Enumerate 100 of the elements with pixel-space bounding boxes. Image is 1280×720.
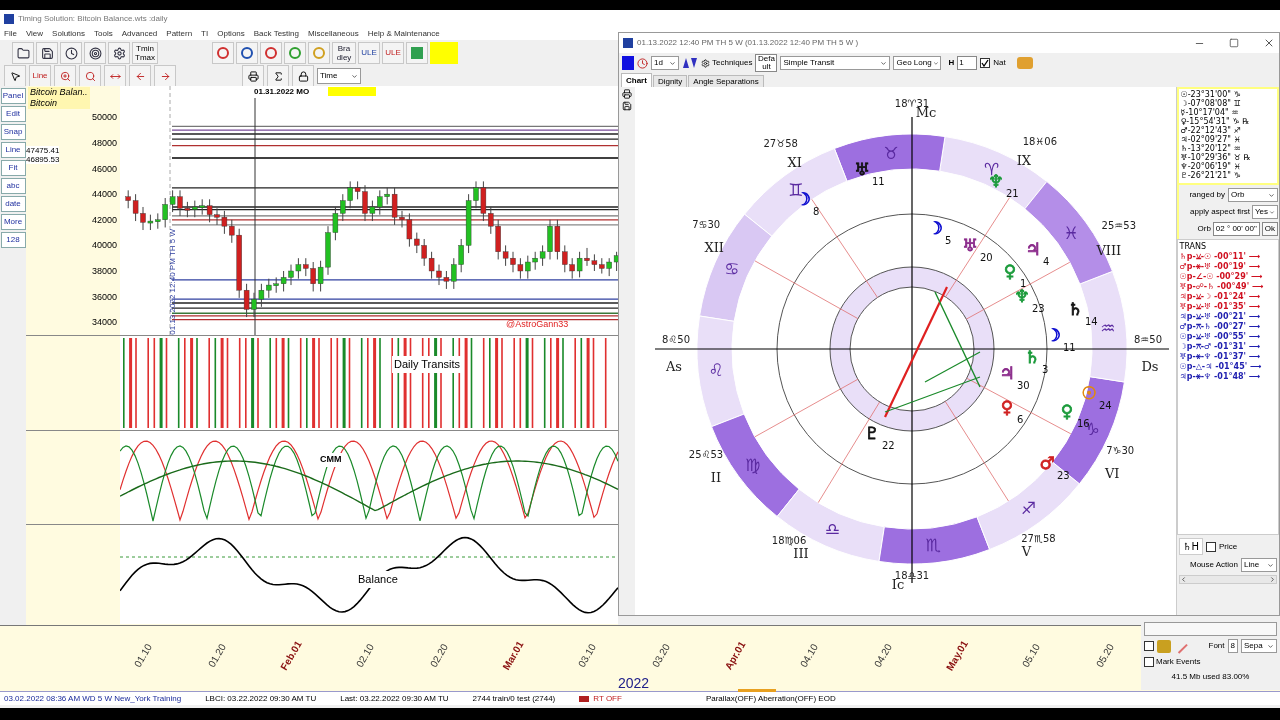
tmin-tmax-button[interactable]: Tmin Tmax	[132, 42, 158, 64]
menu-item[interactable]: Back Testing	[253, 27, 299, 40]
color-tool-icon[interactable]	[1157, 639, 1171, 653]
transit-select[interactable]: Simple Transit	[780, 56, 891, 70]
scroll-left-icon[interactable]	[1179, 576, 1187, 583]
close-button[interactable]	[1263, 37, 1275, 49]
planet-degree: 24	[1098, 400, 1112, 411]
side-tool-button[interactable]: Line	[0, 142, 26, 158]
tab[interactable]: Chart	[621, 73, 652, 87]
side-tool-button[interactable]: Panel	[0, 88, 26, 104]
planet-degree: 14	[1084, 316, 1098, 327]
menu-item[interactable]: Help & Maintenance	[367, 27, 440, 40]
color-button[interactable]	[622, 56, 634, 70]
side-tool-button[interactable]: Snap	[0, 124, 26, 140]
checkbox-label: Mark Events	[1156, 656, 1201, 668]
pointer-icon[interactable]	[4, 65, 26, 87]
side-tool-button[interactable]: More	[0, 214, 26, 230]
coordinate-select[interactable]: Geo Long	[893, 56, 942, 70]
menu-item[interactable]: Options	[217, 27, 245, 40]
save-icon[interactable]	[621, 101, 632, 111]
mouse-action-select[interactable]: Line	[1241, 558, 1277, 572]
font-label: Font	[1208, 640, 1225, 652]
side-tool-button[interactable]: Fit	[0, 160, 26, 176]
techniques-button[interactable]: Techniques	[701, 57, 753, 69]
house-cusp-degree: 27♉58	[763, 137, 798, 149]
planet-glyph: ♀	[1003, 261, 1016, 281]
ok-button[interactable]: Ok	[1261, 222, 1278, 236]
up-down-arrows-icon[interactable]	[682, 58, 698, 68]
ranged-by-select[interactable]: Orb	[1228, 188, 1278, 202]
legend-subtitle: Bitcoin	[30, 98, 58, 109]
target-icon[interactable]	[84, 42, 106, 64]
tab[interactable]: Angle Separations	[688, 75, 764, 87]
lock-icon[interactable]	[292, 65, 314, 87]
side-tool-button[interactable]: Edit	[0, 106, 26, 122]
legend-title: Bitcoin Balan..	[30, 87, 88, 98]
menu-item[interactable]: View	[25, 27, 44, 40]
menu-item[interactable]: Pattern	[166, 27, 193, 40]
side-tool-button[interactable]: 128	[0, 232, 26, 248]
app-logo-icon	[4, 13, 14, 24]
search-icon[interactable]	[79, 65, 101, 87]
clock-icon[interactable]	[60, 42, 82, 64]
zoom-in-icon[interactable]	[54, 65, 76, 87]
font-size-field[interactable]: 8	[1227, 639, 1238, 653]
ule-button[interactable]: ULE	[382, 42, 404, 64]
saturn-button[interactable]: ♄H	[1178, 538, 1203, 555]
arrow-right-icon[interactable]	[154, 65, 176, 87]
menu-item[interactable]: File	[4, 27, 17, 40]
position-line: ☽-07°08'08" ♊	[1180, 99, 1242, 108]
house-numeral: As	[665, 359, 682, 374]
printer-icon[interactable]	[242, 65, 264, 87]
gear-icon[interactable]	[108, 42, 130, 64]
house-cusp-degree: 8♌50	[661, 334, 690, 345]
arrow-left-icon[interactable]	[129, 65, 151, 87]
house-cusp-degree: 7♋30	[691, 218, 720, 230]
text-area[interactable]	[1144, 622, 1277, 636]
orb-field[interactable]: 02 ° 00' 00"	[1212, 222, 1260, 236]
scroll-right-icon[interactable]	[1269, 576, 1276, 583]
separator-select[interactable]: Sepa	[1241, 639, 1277, 653]
event-label: 01.13.2022 12:40 PM TH 5 W	[168, 229, 177, 335]
planet-degree: 6	[1016, 414, 1023, 425]
house-cusp-degree: 18♍06	[771, 535, 806, 547]
folder-icon[interactable]	[12, 42, 34, 64]
menu-item[interactable]: Miscellaneous	[308, 27, 359, 40]
maximize-button[interactable]	[1229, 38, 1239, 48]
checkbox[interactable]	[1144, 657, 1154, 667]
house-numeral: VI	[1104, 466, 1120, 482]
interval-select[interactable]: 1d	[651, 56, 679, 70]
position-line: ♃-02°09'27" ♓	[1180, 135, 1242, 144]
zodiac-sign-glyph: ♎	[824, 519, 840, 540]
side-tool-button[interactable]: abc	[0, 178, 26, 194]
ule-button[interactable]: ULE	[358, 42, 380, 64]
planet-degree: 11	[871, 176, 885, 187]
panel-title: Daily Transits	[392, 356, 463, 373]
default-button[interactable]: Defa ult	[755, 54, 778, 72]
harmonic-field[interactable]: 1	[957, 56, 978, 70]
price-marker: 47475.41	[26, 146, 60, 155]
house-cusp-degree: 27♏58	[1020, 533, 1056, 545]
tab[interactable]: Dignity	[652, 75, 688, 87]
menu-item[interactable]: Tools	[94, 27, 113, 40]
menu-item[interactable]: Solutions	[52, 27, 85, 40]
planet-glyph: ♇	[864, 423, 880, 443]
checkbox[interactable]	[980, 58, 991, 68]
line-tool-button[interactable]: Line	[29, 65, 51, 87]
bradley-button[interactable]: Bra dley	[332, 42, 356, 64]
planet-glyph: ♃	[1025, 239, 1041, 259]
sigma-icon[interactable]	[267, 65, 289, 87]
transit-line: ♅p-☍-♄ -00°49' ⟶	[1179, 282, 1265, 292]
printer-icon[interactable]	[621, 89, 632, 99]
side-tool-button[interactable]: date	[0, 196, 26, 212]
checkbox[interactable]	[1206, 541, 1216, 552]
menu-item[interactable]: TI	[201, 27, 209, 40]
time-select[interactable]: Time	[317, 68, 361, 84]
menu-item[interactable]: Advanced	[121, 27, 158, 40]
checkbox[interactable]	[1144, 641, 1154, 651]
clock-icon[interactable]	[637, 57, 648, 69]
planet-glyph: ♅	[854, 159, 870, 179]
transit-line: ♂p-⚻-♄ -00°27' ⟶	[1179, 322, 1262, 332]
apply-aspect-select[interactable]: Yes	[1252, 205, 1278, 219]
house-numeral: XI	[787, 154, 802, 170]
house-numeral: V	[1021, 544, 1031, 560]
